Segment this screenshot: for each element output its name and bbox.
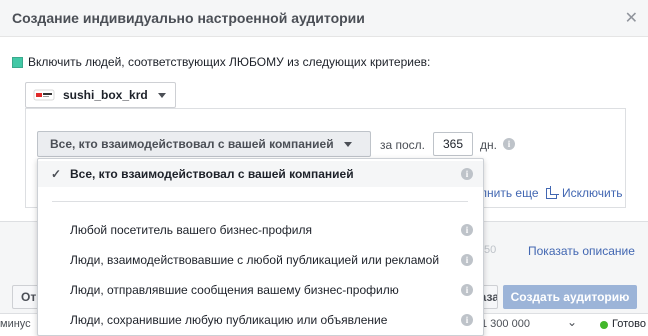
info-icon[interactable]: i (461, 314, 473, 326)
chevron-down-icon (343, 141, 352, 147)
exclude-link[interactable]: Исключить (546, 185, 623, 200)
row-text: минус (0, 318, 31, 330)
status-label: Готово (612, 318, 646, 330)
dropdown-item-label: Все, кто взаимодействовал с вашей компан… (70, 167, 354, 181)
dialog-header: Создание индивидуально настроенной аудит… (0, 0, 648, 37)
info-icon[interactable]: i (461, 254, 473, 266)
sushi-box-logo-icon (33, 88, 55, 102)
dropdown-divider (52, 201, 468, 202)
include-criteria-label: Включить людей, соответствующих ЛЮБОМУ и… (28, 55, 431, 69)
dropdown-item-profile-visitors[interactable]: Любой посетитель вашего бизнес-профиля i (38, 217, 483, 243)
dropdown-item-post-engagers[interactable]: Люди, взаимодействовавшие с любой публик… (38, 247, 483, 273)
source-label: sushi_box_krd (63, 88, 148, 102)
engagement-type-select[interactable]: Все, кто взаимодействовал с вашей компан… (37, 131, 371, 157)
engagement-type-label: Все, кто взаимодействовал с вашей компан… (50, 137, 334, 151)
dropdown-item-all-engaged[interactable]: ✓ Все, кто взаимодействовал с вашей комп… (38, 161, 483, 187)
close-icon[interactable]: ✕ (625, 8, 638, 28)
checkmark-icon: ✓ (50, 167, 62, 181)
dropdown-item-label: Люди, взаимодействовавшие с любой публик… (70, 253, 440, 267)
show-description-link[interactable]: Показать описание (528, 244, 635, 258)
dropdown-item-messagers[interactable]: Люди, отправлявшие сообщения вашему бизн… (38, 277, 483, 303)
days-unit-label: дн. (480, 138, 497, 152)
dropdown-item-label: Люди, отправлявшие сообщения вашему бизн… (70, 283, 399, 297)
dialog-title: Создание индивидуально настроенной аудит… (12, 10, 365, 26)
status-dot-icon (600, 321, 608, 329)
chevron-down-icon[interactable]: ⌄ (567, 315, 577, 329)
info-icon[interactable]: i (503, 138, 515, 150)
period-label: за посл. (380, 138, 426, 152)
character-count: 50 (484, 244, 497, 256)
include-criteria-row: Включить людей, соответствующих ЛЮБОМУ и… (12, 55, 430, 69)
info-icon[interactable]: i (461, 168, 473, 180)
add-more-link[interactable]: лнить еще (480, 186, 539, 200)
days-input[interactable] (433, 132, 473, 156)
dropdown-item-savers[interactable]: Люди, сохранившие любую публикацию или о… (38, 307, 483, 333)
dropdown-item-label: Люди, сохранившие любую публикацию или о… (70, 313, 388, 327)
exclude-icon (546, 185, 559, 199)
info-icon[interactable]: i (461, 284, 473, 296)
dropdown-item-label: Любой посетитель вашего бизнес-профиля (70, 223, 312, 237)
chevron-down-icon (157, 92, 166, 98)
criteria-color-swatch (12, 56, 23, 68)
source-selector-button[interactable]: sushi_box_krd (25, 82, 176, 108)
exclude-label: Исключить (562, 186, 623, 200)
create-custom-audience-dialog: Создание индивидуально настроенной аудит… (0, 0, 648, 336)
info-icon[interactable]: i (461, 224, 473, 236)
engagement-type-dropdown: ✓ Все, кто взаимодействовал с вашей комп… (37, 158, 484, 336)
create-audience-button[interactable]: Создать аудиторию (503, 285, 637, 309)
audience-size: 1 300 000 (481, 318, 530, 330)
